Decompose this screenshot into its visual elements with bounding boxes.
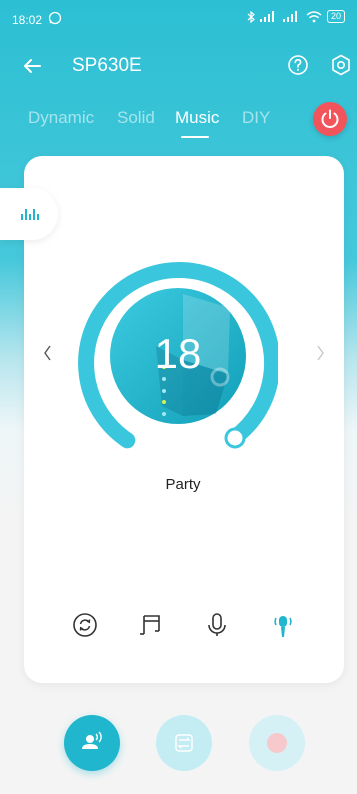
previous-arrow-icon[interactable]	[40, 340, 56, 366]
next-arrow-icon[interactable]	[312, 340, 328, 366]
power-button[interactable]	[313, 102, 347, 136]
tab-dynamic[interactable]: Dynamic	[28, 108, 94, 128]
bottom-controls	[0, 710, 357, 780]
signal-icon-2	[282, 11, 297, 22]
battery-indicator: 20	[326, 10, 345, 23]
power-icon	[321, 109, 339, 128]
wifi-icon	[306, 10, 322, 22]
phone-mic-mode-button[interactable]	[64, 715, 120, 771]
record-icon	[267, 733, 287, 753]
settings-gear-icon[interactable]	[328, 52, 354, 78]
whatsapp-icon	[48, 11, 62, 25]
sync-icon[interactable]	[70, 610, 100, 640]
music-note-icon[interactable]	[136, 610, 166, 640]
mode-tabs: Dynamic Solid Music DIY	[0, 100, 300, 140]
status-icons: 20	[247, 10, 345, 23]
music-source-selector	[60, 610, 310, 642]
signal-icon	[259, 11, 274, 22]
music-mode-value: 18	[154, 330, 202, 377]
device-title: SP630E	[72, 55, 142, 76]
transfer-icon	[175, 734, 193, 752]
active-tab-indicator	[181, 136, 209, 138]
back-arrow-icon[interactable]	[20, 54, 44, 78]
microphone-icon[interactable]	[202, 610, 232, 640]
help-icon[interactable]	[285, 52, 311, 78]
record-button[interactable]	[249, 715, 305, 771]
equalizer-icon	[21, 209, 39, 220]
bluetooth-icon	[247, 10, 255, 23]
music-mode-name: Party	[165, 476, 201, 493]
tab-diy[interactable]: DIY	[242, 108, 270, 128]
phone-speaker-icon[interactable]	[268, 610, 298, 640]
tab-solid[interactable]: Solid	[117, 108, 155, 128]
status-bar: 18:02 20	[0, 0, 357, 40]
status-time: 18:02	[12, 13, 43, 27]
transfer-button[interactable]	[156, 715, 212, 771]
equalizer-button[interactable]	[0, 188, 58, 240]
tab-music[interactable]: Music	[175, 108, 219, 128]
app-header: SP630E	[0, 48, 357, 88]
user-voice-icon	[82, 731, 102, 749]
